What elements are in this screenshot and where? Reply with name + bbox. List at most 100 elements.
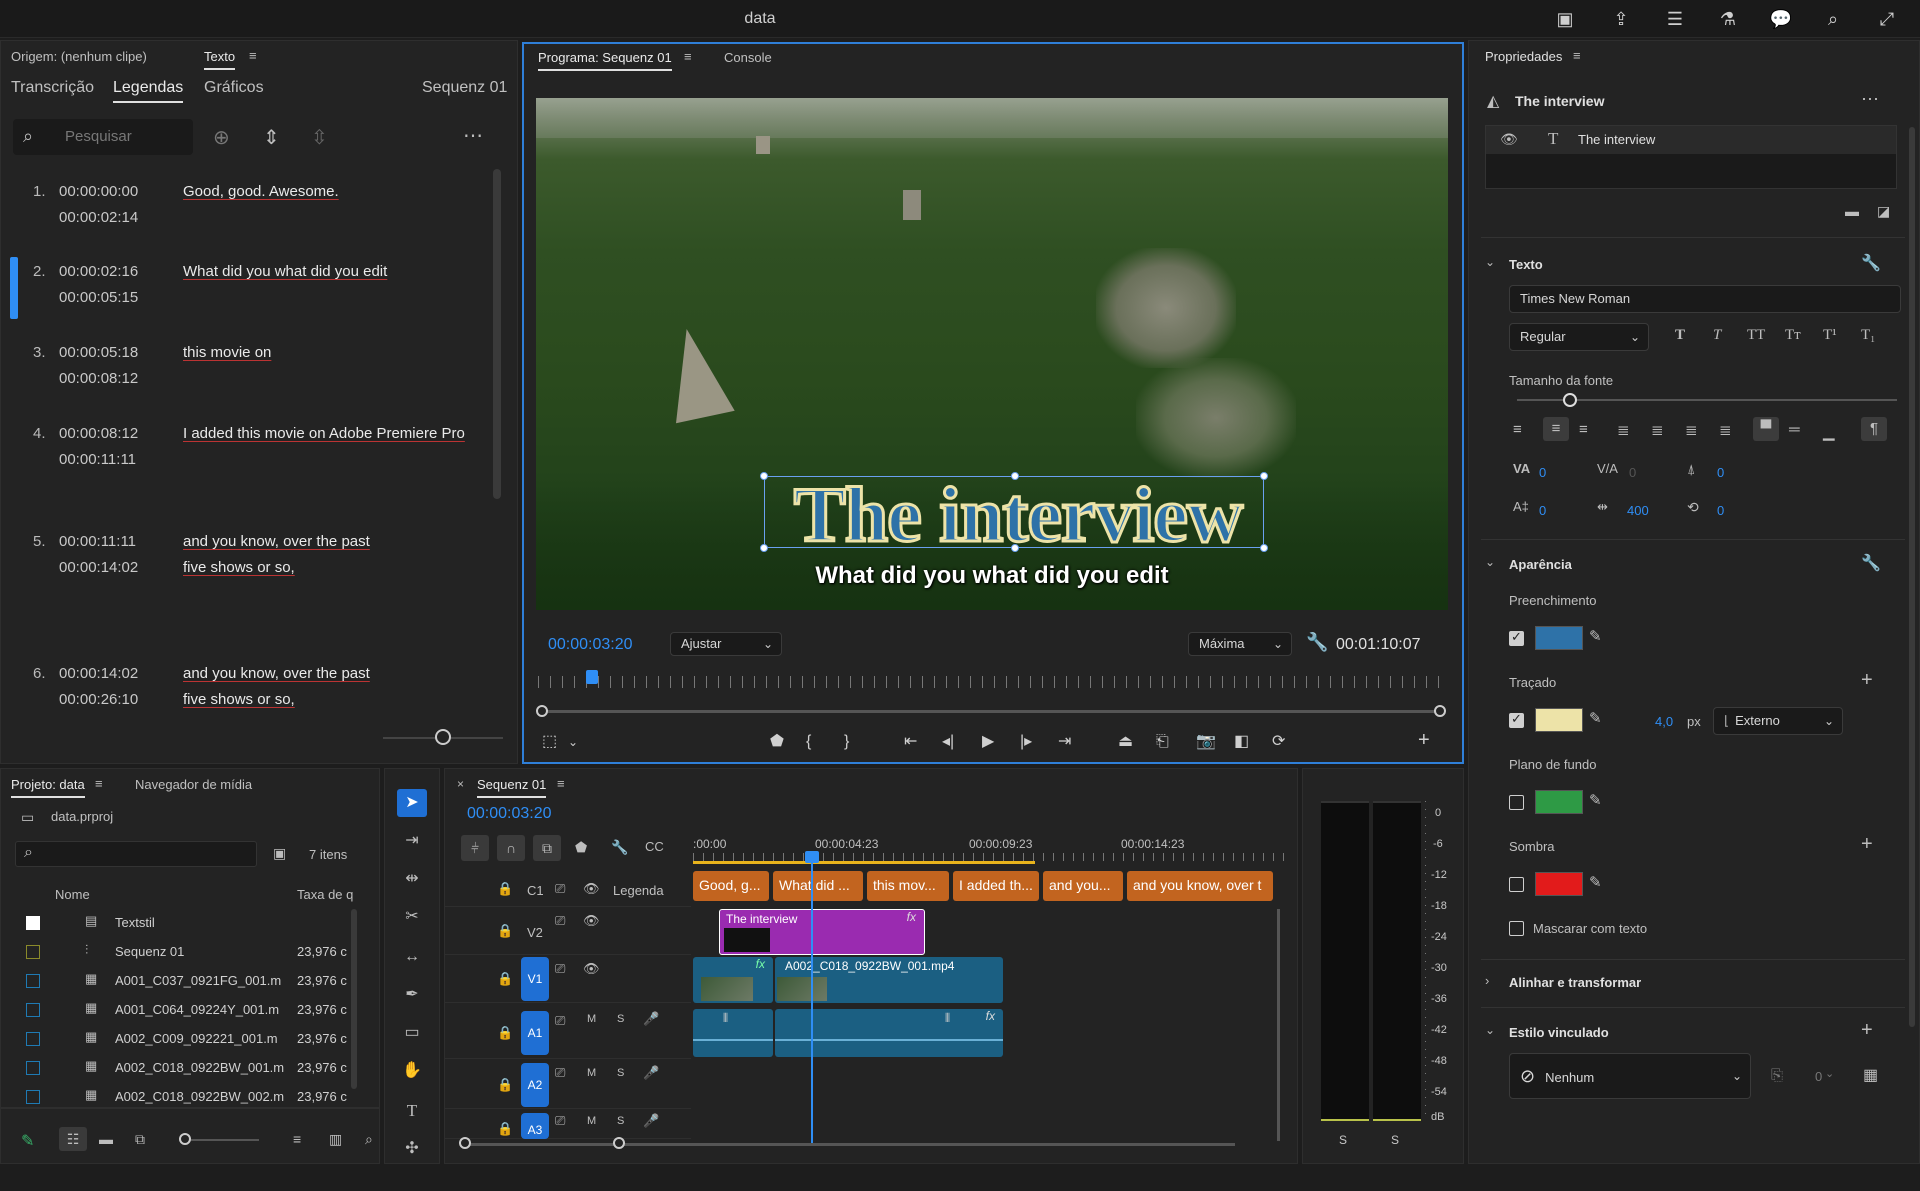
safe-margins-icon[interactable]: ⬚ (542, 732, 557, 752)
type-tool-icon[interactable]: T (397, 1099, 427, 1123)
bold-icon[interactable]: T (1675, 327, 1685, 344)
align-middle-icon[interactable]: ═ (1789, 421, 1800, 438)
audio-clip[interactable]: ⫴ (693, 1009, 773, 1057)
caption-out[interactable]: 00:00:02:14 (59, 205, 138, 231)
caption-out[interactable]: 00:00:14:02 (59, 555, 138, 581)
mask-checkbox[interactable] (1509, 921, 1524, 936)
project-item[interactable]: ▤ Textstil (1, 909, 361, 937)
leading-value[interactable]: 0 (1539, 503, 1546, 518)
label-color[interactable] (26, 1003, 40, 1017)
project-item[interactable]: ▦ A002_C009_092221_001.m 23,976 c (1, 1025, 361, 1053)
more-options-icon[interactable]: ⋯ (463, 123, 483, 148)
caption-clip[interactable]: this mov... (867, 871, 949, 901)
add-caption-icon[interactable]: ⊕ (213, 125, 230, 150)
tab-transcricao[interactable]: Transcrição (11, 79, 94, 97)
transform-handle[interactable] (760, 472, 768, 480)
timeline-playhead-handle[interactable] (805, 851, 819, 863)
proxy-toggle-icon[interactable]: ⟳ (1272, 732, 1285, 752)
solo-channel-button[interactable]: S (1391, 1133, 1399, 1147)
transform-handle[interactable] (1011, 472, 1019, 480)
label-color[interactable] (26, 1032, 40, 1046)
layer-label[interactable]: The interview (1578, 132, 1655, 147)
work-area-bar[interactable] (693, 861, 1035, 864)
caption-text[interactable]: and you know, over the past five shows o… (183, 529, 383, 581)
solo-button[interactable]: S (617, 1067, 624, 1079)
italic-icon[interactable]: T (1713, 327, 1721, 344)
eye-icon[interactable]: 👁 (583, 881, 600, 897)
caption-text[interactable]: and you know, over the past five shows o… (183, 661, 383, 713)
scroll-handle-right[interactable] (613, 1137, 625, 1149)
tracking-value[interactable]: 0 (1629, 465, 1636, 480)
panel-menu-icon[interactable]: ≡ (1573, 48, 1581, 63)
extract-icon[interactable]: ⎗ (1156, 732, 1169, 752)
linked-style-dropdown[interactable]: ⊘ Nenhum ⌄ (1509, 1053, 1751, 1099)
grid-icon[interactable]: ▦ (1863, 1065, 1878, 1085)
superscript-icon[interactable]: T¹ (1823, 327, 1837, 344)
caption-text[interactable]: Good, good. Awesome. (183, 179, 503, 205)
align-bottom-icon[interactable]: ▁ (1823, 423, 1835, 441)
caption-in[interactable]: 00:00:00:00 (59, 179, 138, 205)
audio-clip[interactable]: ⫴ fx (775, 1009, 1003, 1057)
caption-text[interactable]: What did you what did you edit (183, 259, 503, 285)
automate-icon[interactable]: ▥ (329, 1131, 342, 1148)
wrench-icon[interactable]: 🔧 (1861, 553, 1881, 573)
quality-dropdown[interactable]: Máxima ⌄ (1188, 632, 1292, 656)
justify-all-icon[interactable]: ≣ (1719, 421, 1732, 439)
timeline-timecode[interactable]: 00:00:03:20 (467, 805, 552, 823)
merge-captions-icon[interactable]: ⇕ (263, 125, 280, 150)
caption-item[interactable]: 6. 00:00:14:02 00:00:26:10 and you know,… (13, 661, 493, 721)
quick-export-icon[interactable]: ▣ (1552, 6, 1578, 32)
scrollbar[interactable] (493, 169, 501, 499)
caption-clip[interactable]: and you... (1043, 871, 1123, 901)
shadow-color-swatch[interactable] (1535, 872, 1583, 896)
fill-color-swatch[interactable] (1535, 626, 1583, 650)
stroke-color-swatch[interactable] (1535, 708, 1583, 732)
search-input[interactable]: Pesquisar (65, 128, 132, 145)
scroll-handle-left[interactable] (459, 1137, 471, 1149)
chevron-right-icon[interactable]: › (1485, 973, 1489, 988)
tab-console[interactable]: Console (724, 50, 772, 65)
lock-icon[interactable]: 🔒 (497, 1025, 513, 1041)
project-item[interactable]: ▦ A002_C018_0922BW_001.m 23,976 c (1, 1054, 361, 1082)
column-name[interactable]: Nome (55, 887, 90, 902)
graphic-clip[interactable]: The interview fx (719, 909, 925, 955)
workspaces-icon[interactable]: ☰ (1662, 6, 1688, 32)
caption-clip[interactable]: and you know, over t (1127, 871, 1273, 901)
caption-in[interactable]: 00:00:14:02 (59, 661, 138, 687)
step-back-icon[interactable]: ◂| (942, 732, 954, 752)
project-search-input[interactable]: ⌕ (15, 841, 257, 867)
mark-in-icon[interactable]: { (806, 732, 811, 752)
go-to-in-icon[interactable]: ⇤ (904, 732, 917, 752)
freeform-view-icon[interactable]: ⧉ (135, 1131, 145, 1148)
comparison-view-icon[interactable]: ◧ (1234, 732, 1249, 752)
zoom-bar[interactable] (542, 710, 1442, 713)
chevron-down-icon[interactable]: ⌄ (568, 732, 578, 752)
align-left-icon[interactable]: ≡ (1513, 421, 1522, 438)
panel-menu-icon[interactable]: ≡ (249, 48, 257, 63)
horizontal-scrollbar[interactable] (465, 1143, 1235, 1146)
transform-handle[interactable] (760, 544, 768, 552)
track-target-v1[interactable]: V1 (521, 957, 549, 1001)
lock-icon[interactable]: 🔒 (497, 923, 513, 939)
snap-icon[interactable]: ∩ (497, 835, 525, 861)
sync-lock-icon[interactable]: ⎚ (555, 1065, 565, 1081)
font-size-slider-thumb[interactable] (1563, 393, 1578, 407)
panel-menu-icon[interactable]: ≡ (95, 776, 103, 791)
chevron-down-icon[interactable]: ⌄ (1825, 1067, 1834, 1080)
caption-item[interactable]: 3. 00:00:05:18 00:00:08:12 this movie on (13, 340, 493, 400)
chevron-down-icon[interactable]: ⌄ (1485, 1023, 1495, 1037)
caption-text[interactable]: I added this movie on Adobe Premiere Pro (183, 421, 503, 447)
thumbnail-size-thumb[interactable] (179, 1133, 191, 1145)
caption-item[interactable]: 5. 00:00:11:11 00:00:14:02 and you know,… (13, 529, 493, 589)
add-stroke-icon[interactable]: + (1861, 669, 1873, 692)
sync-lock-icon[interactable]: ⎚ (555, 1013, 565, 1029)
microphone-icon[interactable]: 🎤 (643, 1011, 659, 1027)
caption-out[interactable]: 00:00:26:10 (59, 687, 138, 713)
hand-tool-icon[interactable]: ✋ (397, 1059, 427, 1083)
caption-text[interactable]: this movie on (183, 340, 503, 366)
fill-checkbox[interactable] (1509, 629, 1524, 646)
close-icon[interactable]: × (457, 777, 464, 791)
transform-handle[interactable] (1011, 544, 1019, 552)
lock-icon[interactable]: 🔒 (497, 1121, 513, 1137)
eye-icon[interactable]: 👁 (583, 913, 600, 929)
